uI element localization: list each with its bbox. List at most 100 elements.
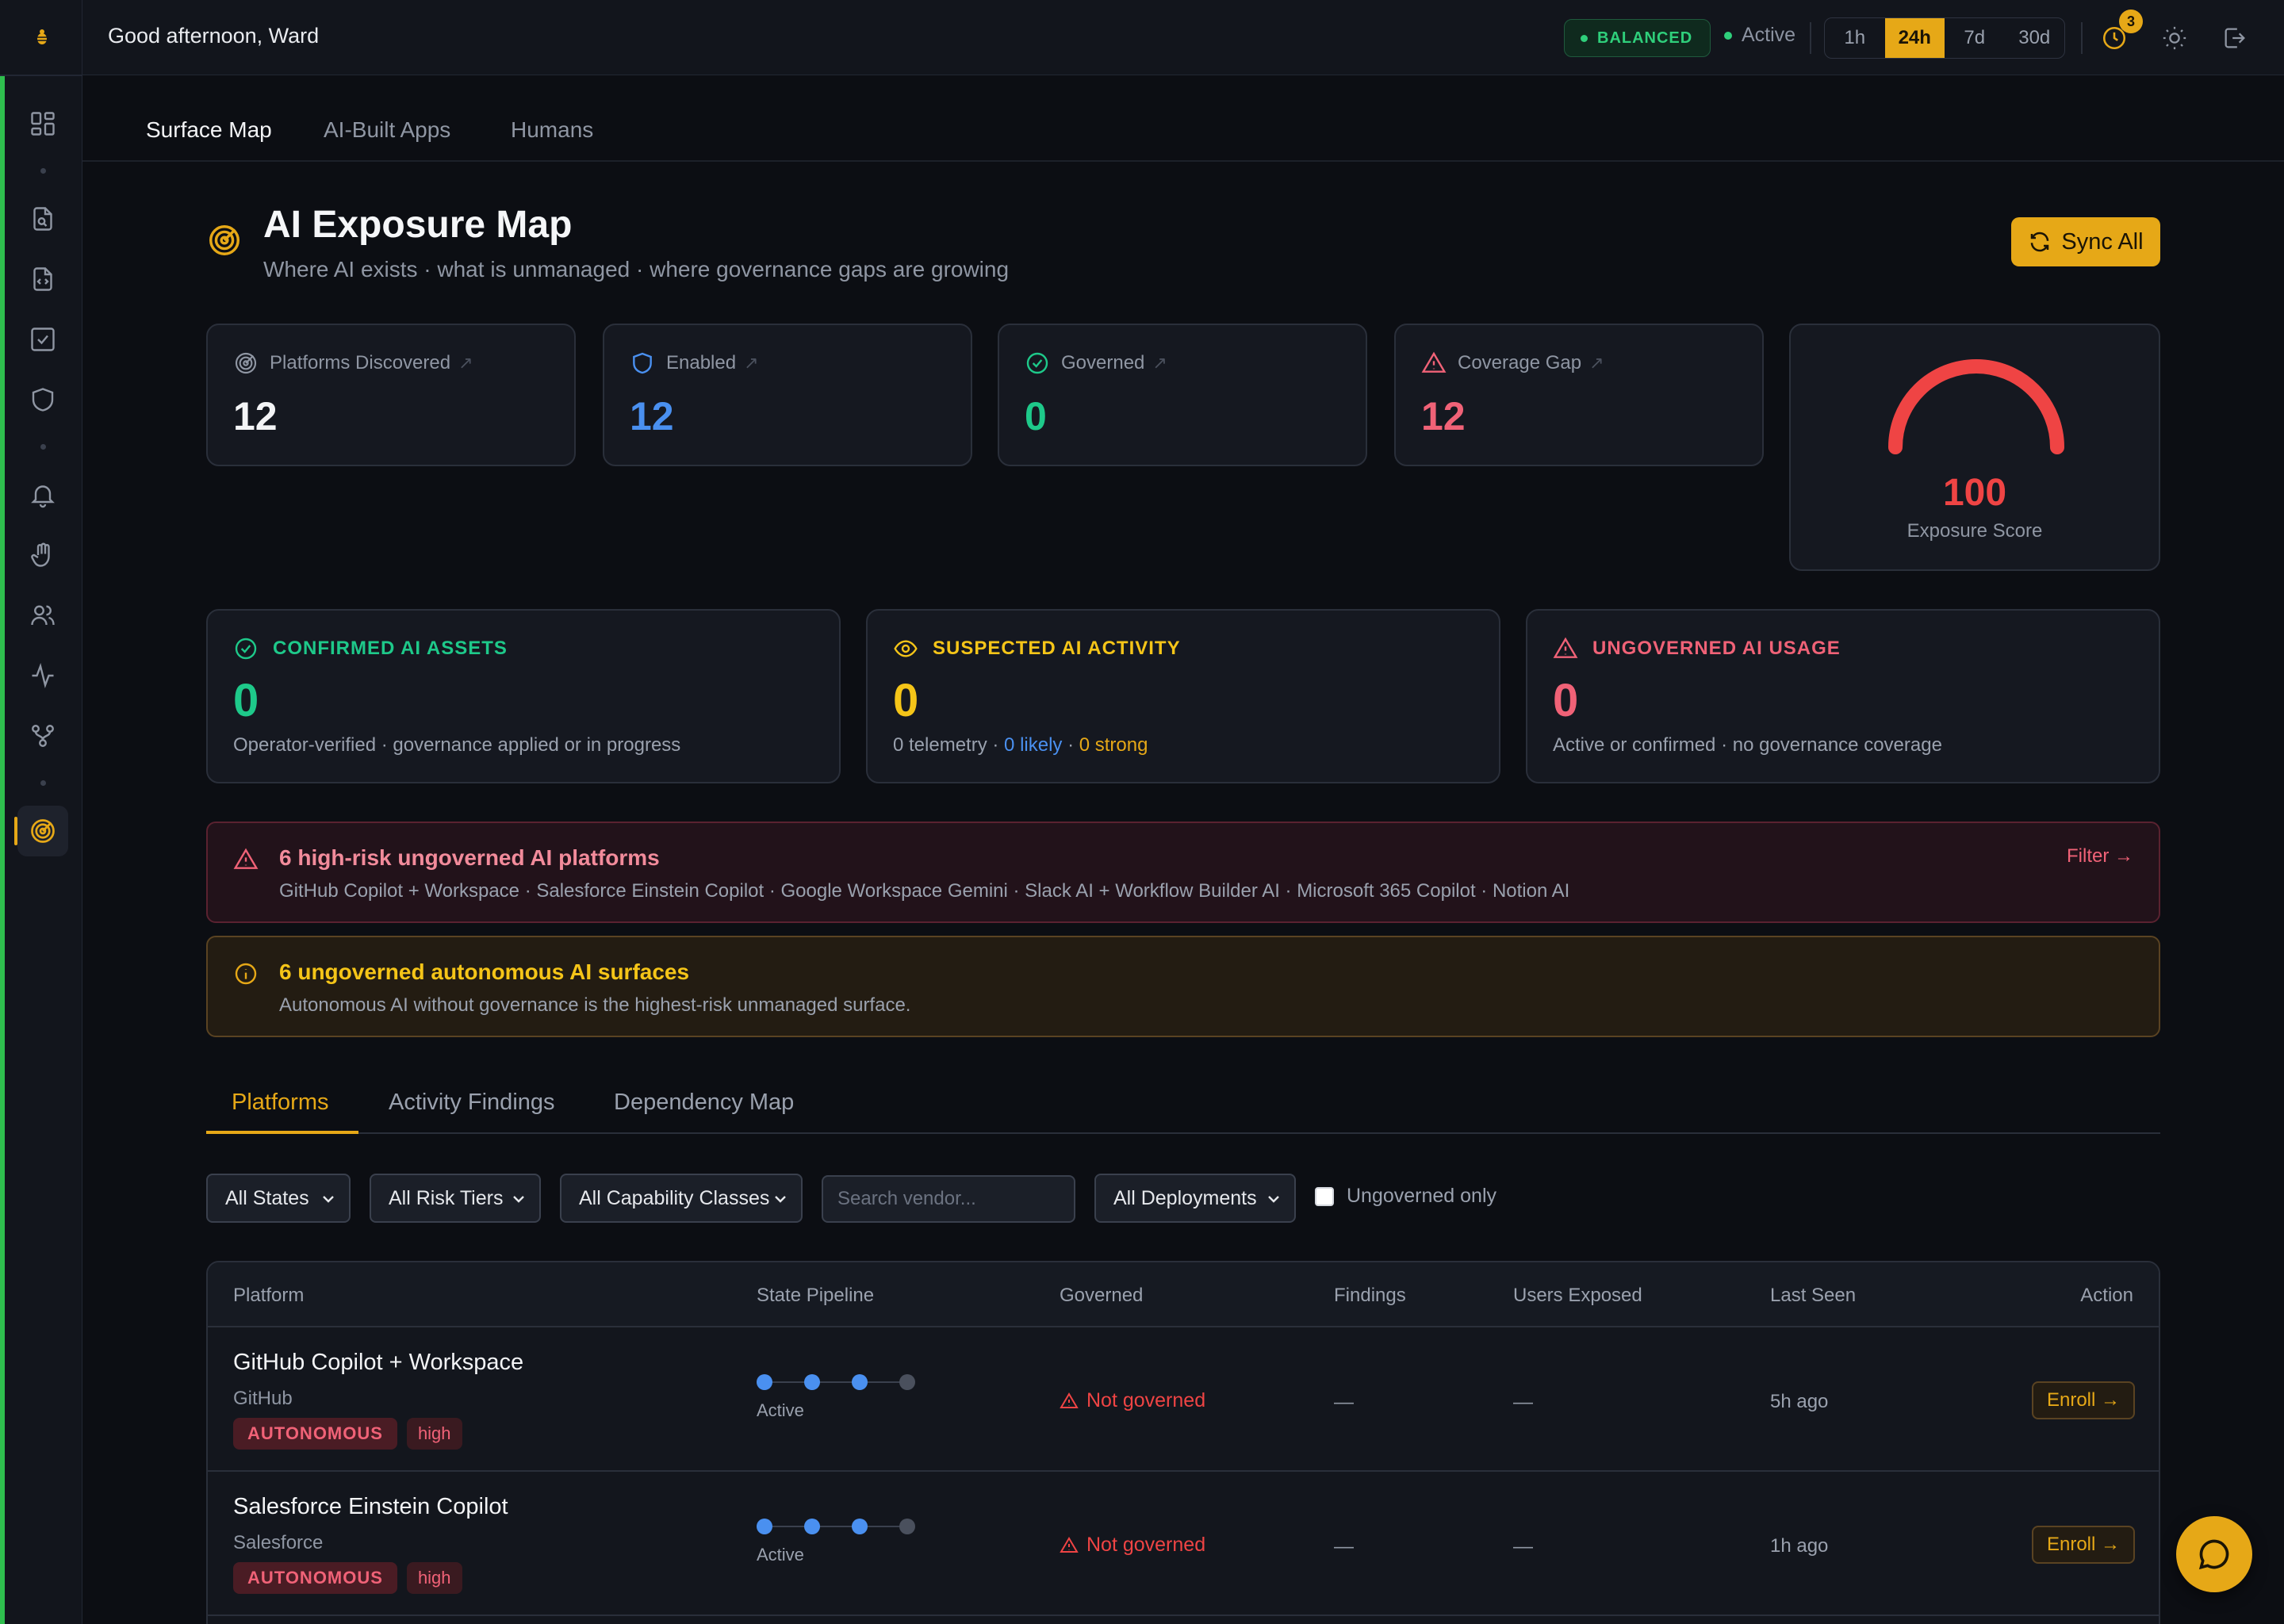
chat-button[interactable]	[2176, 1516, 2252, 1592]
stat-value: 0	[1025, 394, 1047, 439]
sync-all-button[interactable]: Sync All	[2011, 217, 2160, 266]
column-header[interactable]: Findings	[1334, 1285, 1406, 1307]
warning-icon	[233, 848, 259, 869]
column-header[interactable]: Action	[2080, 1285, 2133, 1307]
tab-platforms[interactable]: Platforms	[232, 1090, 328, 1116]
mode-badge[interactable]: BALANCED	[1564, 19, 1711, 57]
range-1h-button[interactable]: 1h	[1825, 18, 1885, 58]
alert-title: 6 ungoverned autonomous AI surfaces	[279, 959, 690, 984]
tab-ai-built-apps[interactable]: AI-Built Apps	[324, 117, 450, 143]
states-select-value: All States	[225, 1186, 309, 1209]
status-dot	[1581, 34, 1588, 42]
tab-humans[interactable]: Humans	[511, 117, 593, 143]
enroll-button[interactable]: Enroll →	[2032, 1526, 2135, 1564]
findings-value: —	[1334, 1391, 1354, 1413]
document-search-icon[interactable]	[17, 193, 68, 244]
stat-card-enabled[interactable]: Enabled ↗ 12	[603, 324, 972, 466]
nav-separator-dot	[40, 168, 46, 174]
bell-icon[interactable]	[17, 469, 68, 520]
activity-icon[interactable]	[17, 650, 68, 701]
governance-status-label: Not governed	[1086, 1534, 1206, 1556]
column-header[interactable]: Governed	[1060, 1285, 1143, 1307]
confirmed-assets-card[interactable]: CONFIRMED AI ASSETS 0 Operator-verified …	[206, 609, 841, 783]
enroll-button[interactable]: Enroll →	[2032, 1381, 2135, 1419]
code-file-icon[interactable]	[17, 254, 68, 304]
table-row[interactable]: Salesforce Einstein Copilot Salesforce A…	[208, 1472, 2159, 1616]
table-row[interactable]: GitHub Copilot + Workspace GitHub AUTONO…	[208, 1327, 2159, 1472]
strong-count: 0 strong	[1079, 734, 1148, 756]
sidebar-divider	[0, 75, 82, 76]
nav-separator-dot	[40, 444, 46, 450]
tab-activity-findings[interactable]: Activity Findings	[389, 1090, 555, 1116]
suspected-activity-card[interactable]: SUSPECTED AI ACTIVITY 0 0 telemetry · 0 …	[866, 609, 1500, 783]
dashboard-icon[interactable]	[17, 98, 68, 149]
radar-icon[interactable]	[14, 806, 68, 856]
stat-card-platforms[interactable]: Platforms Discovered ↗ 12	[206, 324, 576, 466]
eye-icon	[894, 640, 918, 657]
ungoverned-only-filter: Ungoverned only	[1315, 1185, 1496, 1208]
checkbox-icon[interactable]	[17, 314, 68, 365]
range-30d-button[interactable]: 30d	[2005, 18, 2065, 58]
stat-card-governed[interactable]: Governed ↗ 0	[998, 324, 1367, 466]
tab-surface-map[interactable]: Surface Map	[146, 117, 272, 143]
status-indicator: Active	[1724, 24, 1795, 47]
state-pipeline	[757, 1519, 915, 1534]
range-24h-button[interactable]: 24h	[1884, 18, 1945, 58]
stat-label: Enabled ↗	[666, 352, 759, 374]
stat-label-text: Governed	[1061, 352, 1145, 373]
column-header[interactable]: Users Exposed	[1513, 1285, 1642, 1307]
workflow-icon[interactable]	[17, 710, 68, 761]
chevron-down-icon	[513, 1196, 524, 1203]
check-circle-icon	[1026, 352, 1048, 374]
stat-value: 12	[233, 394, 278, 439]
filter-link[interactable]: Filter →	[2067, 845, 2133, 868]
chevron-down-icon	[775, 1196, 786, 1203]
shield-icon[interactable]	[17, 374, 68, 425]
card-description: Active or confirmed · no governance cove…	[1553, 734, 1942, 756]
stat-card-coverage-gap[interactable]: Coverage Gap ↗ 12	[1394, 324, 1764, 466]
gauge-fill	[1888, 359, 2064, 454]
check-circle-icon	[235, 638, 257, 660]
users-icon[interactable]	[17, 590, 68, 641]
ungoverned-usage-card[interactable]: UNGOVERNED AI USAGE 0 Active or confirme…	[1526, 609, 2160, 783]
last-seen-value: 5h ago	[1770, 1391, 1829, 1412]
exposure-gauge	[1888, 359, 2064, 454]
range-7d-button[interactable]: 7d	[1945, 18, 2005, 58]
alert-description: GitHub Copilot + Workspace · Salesforce …	[279, 880, 1570, 902]
column-header[interactable]: Platform	[233, 1285, 304, 1307]
logout-icon[interactable]	[2217, 21, 2252, 56]
hand-icon[interactable]	[17, 530, 68, 580]
column-header[interactable]: State Pipeline	[757, 1285, 874, 1307]
sun-icon[interactable]	[2157, 21, 2192, 56]
users-exposed-value: —	[1513, 1535, 1533, 1557]
warning-icon	[1553, 637, 1578, 658]
governance-status: Not governed	[1060, 1389, 1205, 1412]
divider	[1810, 22, 1811, 54]
state-label: Active	[757, 1545, 804, 1565]
risk-tiers-select[interactable]: All Risk Tiers	[370, 1174, 541, 1223]
governance-status: Not governed	[1060, 1534, 1205, 1557]
capability-select-value: All Capability Classes	[579, 1186, 770, 1209]
ungoverned-only-checkbox[interactable]	[1315, 1186, 1334, 1206]
autonomous-tag: AUTONOMOUS	[233, 1562, 397, 1594]
status-label: Active	[1742, 24, 1796, 46]
capability-select[interactable]: All Capability Classes	[560, 1174, 803, 1223]
card-value: 0	[1553, 675, 1579, 726]
exposure-score-card: 100 Exposure Score	[1789, 324, 2160, 571]
info-icon	[235, 963, 257, 985]
shield-icon	[633, 352, 652, 374]
platform-vendor: GitHub	[233, 1388, 293, 1409]
states-select[interactable]: All States	[206, 1174, 351, 1223]
tab-dependency-map[interactable]: Dependency Map	[614, 1090, 794, 1116]
vendor-search-input[interactable]	[822, 1175, 1075, 1223]
column-header[interactable]: Last Seen	[1770, 1285, 1856, 1307]
stat-label-text: Coverage Gap	[1458, 352, 1582, 373]
card-title: SUSPECTED AI ACTIVITY	[933, 638, 1181, 659]
content-divider	[82, 160, 2284, 162]
separator: ·	[1062, 734, 1079, 756]
sync-all-label: Sync All	[2061, 228, 2144, 255]
topbar: Good afternoon, Ward BALANCED Active 1h …	[82, 0, 2284, 75]
deployments-select[interactable]: All Deployments	[1094, 1174, 1296, 1223]
app-logo-icon[interactable]	[19, 17, 65, 57]
users-exposed-value: —	[1513, 1391, 1533, 1413]
